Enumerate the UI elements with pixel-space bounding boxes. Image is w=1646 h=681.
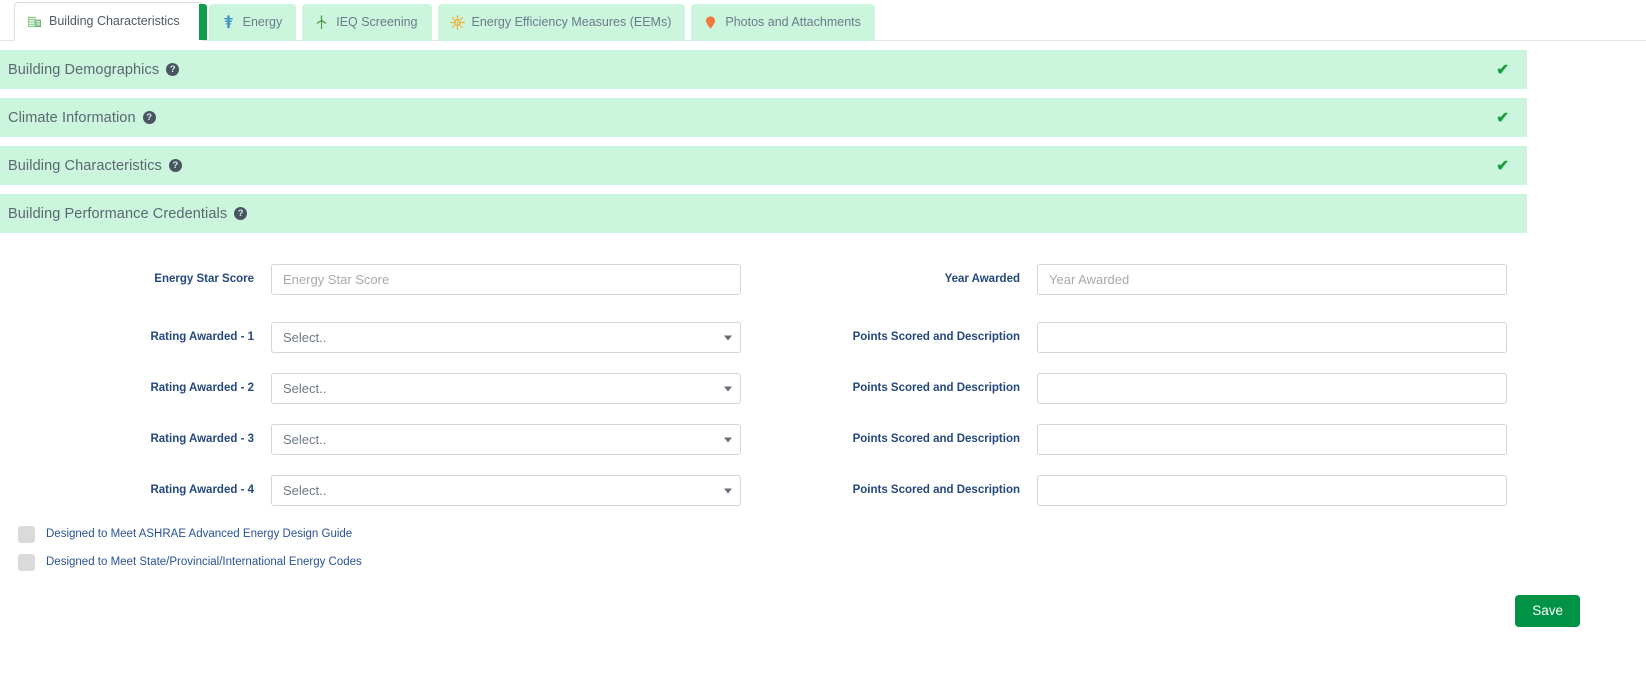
form-footer: Save <box>0 582 1646 644</box>
select-value: Select.. <box>283 330 327 345</box>
rating-awarded-3-select[interactable]: Select.. <box>271 424 741 455</box>
form-row-rating-2: Rating Awarded - 2 Select.. Points Score… <box>0 373 1646 404</box>
help-icon[interactable]: ? <box>166 63 180 76</box>
section-title: Building Characteristics <box>8 157 162 174</box>
year-awarded-input[interactable] <box>1037 264 1507 295</box>
chevron-down-icon <box>724 335 732 340</box>
points-scored-1-label: Points Scored and Description <box>852 330 1020 343</box>
tab-energy-efficiency-measures[interactable]: Energy Efficiency Measures (EEMs) <box>437 4 686 41</box>
select-value: Select.. <box>283 483 327 498</box>
rating-awarded-4-label: Rating Awarded - 4 <box>150 483 254 496</box>
field-group-rating-awarded-3: Rating Awarded - 3 Select.. <box>0 424 760 455</box>
rating-awarded-3-label: Rating Awarded - 3 <box>150 432 254 445</box>
credential-checkbox-group: Designed to Meet ASHRAE Advanced Energy … <box>0 526 1646 571</box>
section-building-performance-credentials[interactable]: Building Performance Credentials ? <box>0 194 1527 233</box>
tab-label: Building Characteristics <box>49 14 180 29</box>
checkbox-ashrae[interactable] <box>18 526 35 543</box>
rating-awarded-1-select[interactable]: Select.. <box>271 322 741 353</box>
section-title: Building Demographics <box>8 61 160 78</box>
form-row-rating-4: Rating Awarded - 4 Select.. Points Score… <box>0 475 1646 506</box>
points-scored-2-label: Points Scored and Description <box>852 381 1020 394</box>
checkbox-ashrae-label: Designed to Meet ASHRAE Advanced Energy … <box>46 527 353 540</box>
section-complete-check: ✔ <box>1496 61 1509 78</box>
field-group-points-2: Points Scored and Description <box>760 373 1520 404</box>
map-pin-icon <box>703 15 718 30</box>
building-performance-credentials-form: Energy Star Score Year Awarded Rating Aw… <box>0 242 1646 571</box>
wind-turbine-icon <box>314 15 329 30</box>
chevron-down-icon <box>724 386 732 391</box>
tab-bar: Building Characteristics Energy IEQ Scre… <box>0 0 1646 41</box>
help-icon[interactable]: ? <box>234 207 248 220</box>
chevron-down-icon <box>724 437 732 442</box>
tab-label: Photos and Attachments <box>725 15 861 30</box>
field-group-rating-awarded-2: Rating Awarded - 2 Select.. <box>0 373 760 404</box>
section-building-demographics[interactable]: Building Demographics ? ✔ <box>0 50 1527 89</box>
section-climate-information[interactable]: Climate Information ? ✔ <box>0 98 1527 137</box>
field-group-rating-awarded-1: Rating Awarded - 1 Select.. <box>0 322 760 353</box>
tab-label: Energy Efficiency Measures (EEMs) <box>471 15 672 30</box>
checkbox-energy-codes[interactable] <box>18 554 35 571</box>
section-title: Building Performance Credentials <box>8 205 228 222</box>
building-icon <box>27 14 42 29</box>
chevron-down-icon <box>724 488 732 493</box>
rating-awarded-1-label: Rating Awarded - 1 <box>150 330 254 343</box>
field-group-points-1: Points Scored and Description <box>760 322 1520 353</box>
points-scored-4-label: Points Scored and Description <box>852 483 1020 496</box>
help-icon[interactable]: ? <box>168 159 182 172</box>
select-value: Select.. <box>283 381 327 396</box>
checkbox-energy-codes-label: Designed to Meet State/Provincial/Intern… <box>46 555 362 568</box>
sun-icon <box>449 15 465 30</box>
rating-awarded-4-select[interactable]: Select.. <box>271 475 741 506</box>
tab-building-characteristics[interactable]: Building Characteristics <box>14 2 207 41</box>
checkbox-row-ashrae[interactable]: Designed to Meet ASHRAE Advanced Energy … <box>18 526 1646 543</box>
checkbox-row-energy-codes[interactable]: Designed to Meet State/Provincial/Intern… <box>18 554 1646 571</box>
points-scored-3-label: Points Scored and Description <box>852 432 1020 445</box>
energy-tower-icon <box>221 15 236 30</box>
tab-ieq-screening[interactable]: IEQ Screening <box>302 4 432 41</box>
section-complete-check: ✔ <box>1496 109 1509 126</box>
points-scored-4-input[interactable] <box>1037 475 1507 506</box>
points-scored-1-input[interactable] <box>1037 322 1507 353</box>
points-scored-3-input[interactable] <box>1037 424 1507 455</box>
tab-energy[interactable]: Energy <box>208 4 297 41</box>
section-complete-check: ✔ <box>1496 157 1509 174</box>
year-awarded-label: Year Awarded <box>944 272 1020 285</box>
section-building-characteristics[interactable]: Building Characteristics ? ✔ <box>0 146 1527 185</box>
rating-awarded-2-select[interactable]: Select.. <box>271 373 741 404</box>
tab-label: Energy <box>242 15 283 30</box>
form-row-energy-star: Energy Star Score Year Awarded <box>0 264 1646 295</box>
tab-label: IEQ Screening <box>336 15 418 30</box>
points-scored-2-input[interactable] <box>1037 373 1507 404</box>
energy-star-score-input[interactable] <box>271 264 741 295</box>
field-group-energy-star-score: Energy Star Score <box>0 264 760 295</box>
rating-awarded-2-label: Rating Awarded - 2 <box>150 381 254 394</box>
form-row-rating-3: Rating Awarded - 3 Select.. Points Score… <box>0 424 1646 455</box>
form-row-rating-1: Rating Awarded - 1 Select.. Points Score… <box>0 322 1646 353</box>
field-group-points-3: Points Scored and Description <box>760 424 1520 455</box>
section-title: Climate Information <box>8 109 136 126</box>
help-icon[interactable]: ? <box>142 111 156 124</box>
field-group-rating-awarded-4: Rating Awarded - 4 Select.. <box>0 475 760 506</box>
accordion-sections: Building Demographics ? ✔ Climate Inform… <box>0 50 1646 233</box>
tab-photos-and-attachments[interactable]: Photos and Attachments <box>691 4 875 41</box>
energy-star-score-label: Energy Star Score <box>154 272 254 285</box>
field-group-year-awarded: Year Awarded <box>760 264 1520 295</box>
field-group-points-4: Points Scored and Description <box>760 475 1520 506</box>
select-value: Select.. <box>283 432 327 447</box>
save-button[interactable]: Save <box>1515 595 1580 627</box>
